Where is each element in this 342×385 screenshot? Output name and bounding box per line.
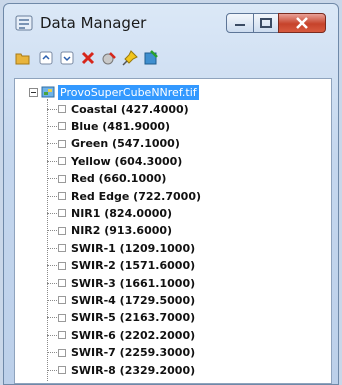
minimize-icon	[235, 24, 245, 26]
minimize-button[interactable]	[226, 13, 254, 33]
raster-file-icon	[41, 86, 55, 98]
tree-item[interactable]: Green (547.1000)	[47, 136, 180, 152]
window-title: Data Manager	[40, 14, 147, 32]
tree-connector	[47, 369, 57, 371]
maximize-button[interactable]	[253, 13, 279, 33]
band-checkbox[interactable]	[58, 331, 66, 340]
tree-item[interactable]: SWIR-4 (1729.5000)	[47, 292, 195, 308]
band-checkbox[interactable]	[58, 244, 66, 253]
tree-connector	[47, 334, 57, 336]
band-label: Yellow (604.3000)	[71, 154, 183, 168]
band-label: SWIR-3 (1661.1000)	[71, 276, 196, 290]
band-checkbox[interactable]	[58, 366, 66, 374]
band-label: Red Edge (722.7000)	[71, 189, 201, 203]
tree-connector	[47, 299, 57, 301]
band-label: SWIR-2 (1571.6000)	[71, 259, 196, 273]
band-label: Green (547.1000)	[71, 137, 180, 151]
tree-connector	[47, 282, 57, 284]
tree-item[interactable]: Red Edge (722.7000)	[47, 188, 201, 204]
title-bar[interactable]: Data Manager	[4, 4, 338, 42]
tree-item[interactable]: SWIR-7 (2259.3000)	[47, 345, 195, 361]
tree-item[interactable]: SWIR-6 (2202.2000)	[47, 327, 195, 343]
tree-connector	[47, 125, 57, 127]
band-label: Coastal (427.4000)	[71, 102, 189, 116]
tree-connector	[47, 212, 57, 214]
tree-item[interactable]: Coastal (427.4000)	[47, 101, 189, 117]
tree-connector	[47, 108, 57, 110]
tree-item[interactable]: SWIR-3 (1661.1000)	[47, 275, 195, 291]
close-button[interactable]	[278, 13, 326, 33]
delete-icon[interactable]	[79, 49, 97, 67]
band-checkbox[interactable]	[58, 157, 66, 166]
band-checkbox[interactable]	[58, 209, 66, 218]
tree-connector	[47, 247, 57, 249]
band-checkbox[interactable]	[58, 226, 66, 235]
band-checkbox[interactable]	[58, 192, 66, 200]
tree-item[interactable]: SWIR-2 (1571.6000)	[47, 258, 195, 274]
band-label: Red (660.1000)	[71, 172, 167, 186]
data-tree[interactable]: ProvoSuperCubeNNref.tif Coastal (427.400…	[14, 78, 332, 384]
band-label: SWIR-7 (2259.3000)	[71, 346, 196, 360]
remove-icon[interactable]	[100, 49, 118, 67]
tree-item[interactable]: NIR2 (913.6000)	[47, 223, 172, 239]
band-label: SWIR-1 (1209.1000)	[71, 241, 196, 255]
tree-item[interactable]: SWIR-1 (1209.1000)	[47, 240, 195, 256]
tree-item[interactable]: SWIR-5 (2163.7000)	[47, 310, 195, 326]
tree-item[interactable]: NIR1 (824.0000)	[47, 205, 172, 221]
band-label: SWIR-4 (1729.5000)	[71, 293, 196, 307]
band-label: Blue (481.9000)	[71, 119, 171, 133]
band-checkbox[interactable]	[58, 296, 66, 305]
tree-connector	[47, 265, 57, 267]
band-label: SWIR-6 (2202.2000)	[71, 328, 196, 342]
toolbar	[14, 49, 334, 71]
data-manager-window: Data Manager ProvoSuperCubeNNref.tif Coa…	[3, 3, 339, 385]
band-checkbox[interactable]	[58, 122, 66, 131]
band-checkbox[interactable]	[58, 313, 66, 322]
tree-item[interactable]: Blue (481.9000)	[47, 118, 170, 134]
tree-connector	[47, 352, 57, 354]
tree-connector	[47, 160, 57, 162]
band-label: NIR1 (824.0000)	[71, 206, 173, 220]
band-checkbox[interactable]	[58, 105, 66, 113]
band-checkbox[interactable]	[58, 261, 66, 270]
band-checkbox[interactable]	[58, 279, 66, 287]
tree-connector	[47, 195, 57, 197]
band-checkbox[interactable]	[58, 348, 66, 357]
tree-item[interactable]: Yellow (604.3000)	[47, 153, 182, 169]
band-checkbox[interactable]	[58, 139, 66, 148]
tree-connector	[47, 230, 57, 232]
tree-connector	[47, 143, 57, 145]
band-label: SWIR-8 (2329.2000)	[71, 363, 196, 377]
open-folder-icon[interactable]	[14, 49, 32, 67]
expand-all-icon[interactable]	[37, 49, 55, 67]
load-icon[interactable]	[142, 49, 160, 67]
band-label: SWIR-5 (2163.7000)	[71, 311, 196, 325]
data-manager-icon	[15, 14, 33, 32]
collapse-toggle[interactable]	[29, 87, 38, 97]
tree-item[interactable]: SWIR-8 (2329.2000)	[47, 362, 195, 378]
tree-item[interactable]: Red (660.1000)	[47, 171, 166, 187]
maximize-icon	[260, 18, 272, 28]
band-checkbox[interactable]	[58, 174, 66, 183]
collapse-all-icon[interactable]	[58, 49, 76, 67]
tree-root-label[interactable]: ProvoSuperCubeNNref.tif	[58, 84, 199, 100]
close-icon	[296, 17, 308, 29]
tree-root[interactable]: ProvoSuperCubeNNref.tif	[29, 84, 199, 100]
band-label: NIR2 (913.6000)	[71, 224, 173, 238]
tree-connector	[47, 178, 57, 180]
pin-icon[interactable]	[121, 49, 139, 67]
tree-connector	[47, 317, 57, 319]
